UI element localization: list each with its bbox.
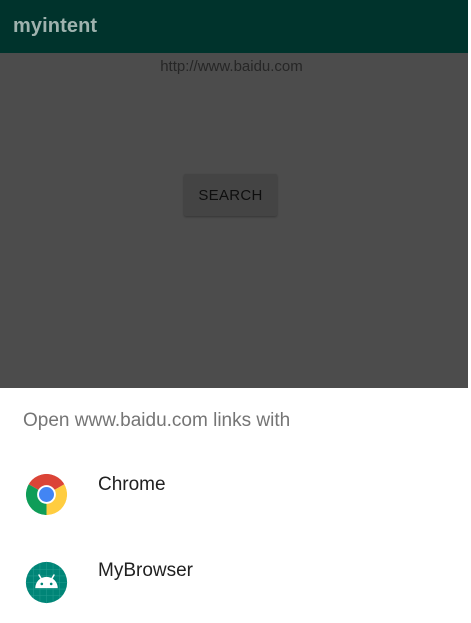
chooser-title: Open www.baidu.com links with bbox=[23, 410, 291, 431]
screen: myintent http://www.baidu.com SEARCH Ope… bbox=[0, 0, 471, 623]
chooser-item-label: MyBrowser bbox=[98, 560, 194, 581]
chooser-item-chrome[interactable]: Chrome bbox=[0, 442, 468, 528]
chooser-item-mybrowser[interactable]: MyBrowser bbox=[0, 528, 468, 614]
app-content-scrim[interactable]: http://www.baidu.com SEARCH bbox=[0, 53, 468, 388]
app-bar: myintent bbox=[0, 0, 468, 53]
chrome-icon bbox=[25, 473, 68, 516]
url-text: http://www.baidu.com bbox=[160, 58, 303, 75]
app-title: myintent bbox=[13, 15, 98, 37]
chooser-item-label: Chrome bbox=[98, 474, 166, 495]
app-chooser-sheet: Open www.baidu.com links with Chrome MyB… bbox=[0, 388, 468, 623]
search-button: SEARCH bbox=[184, 174, 277, 216]
android-icon bbox=[25, 561, 68, 604]
